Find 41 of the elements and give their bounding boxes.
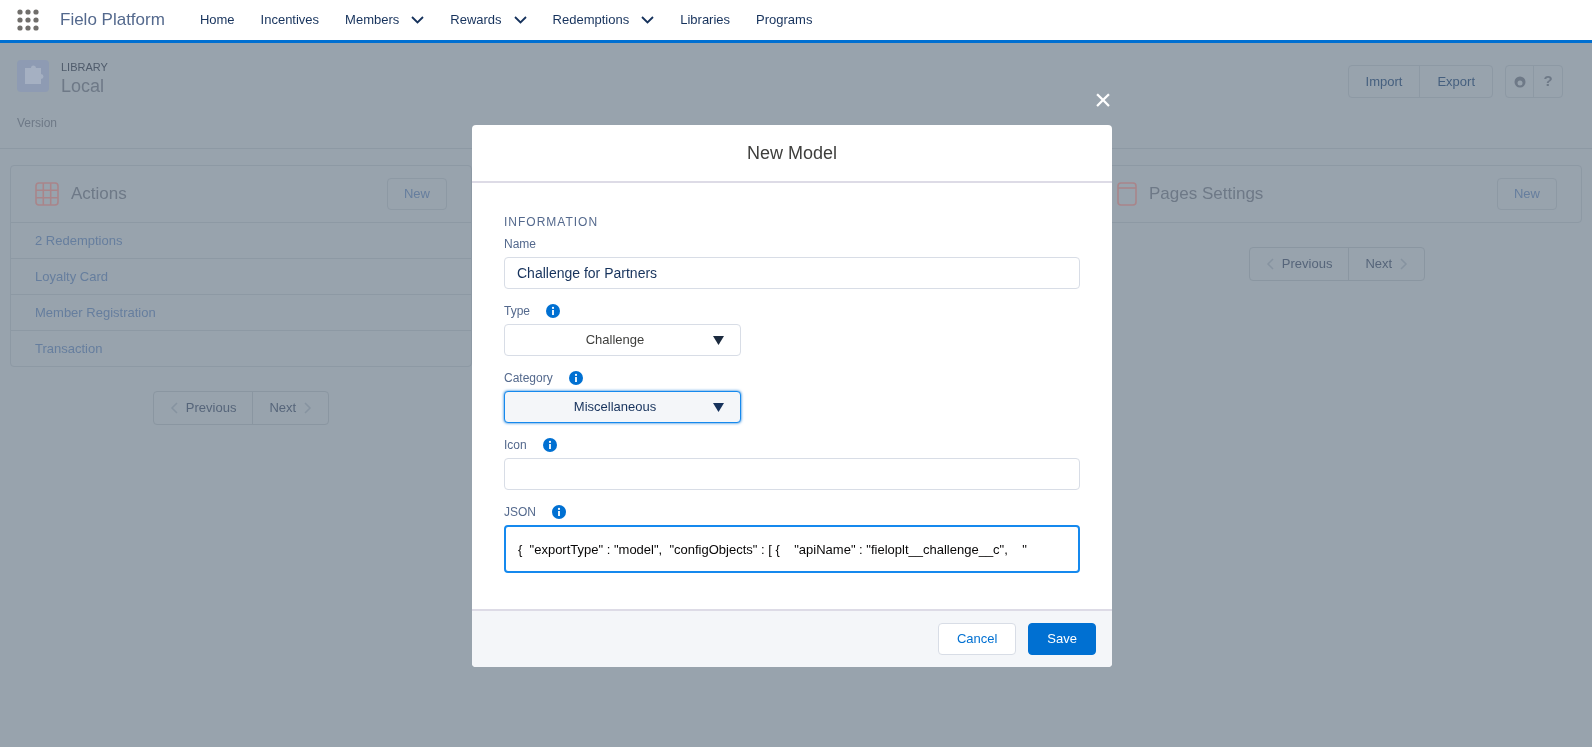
field-label: Type — [504, 303, 530, 320]
json-field[interactable]: { "exportType" : "model", "configObjects" : [ { "apiName" : "fieloplt__challenge__c", " — [504, 525, 1080, 573]
nav-item[interactable]: Redemptions — [539, 10, 668, 30]
info-icon[interactable] — [552, 505, 566, 519]
chevron-down-icon — [411, 16, 425, 24]
field-label: Icon — [504, 437, 527, 454]
info-icon[interactable] — [568, 371, 583, 385]
modal-title: New Model — [746, 141, 837, 165]
select-field[interactable]: Challenge — [504, 324, 741, 356]
page-icon — [1117, 182, 1137, 206]
text-field[interactable]: Challenge for Partners — [504, 257, 1080, 289]
object-label: LIBRARY — [61, 60, 108, 74]
user-icon — [1513, 75, 1526, 88]
app-name: Fielo Platform — [60, 9, 165, 32]
previous-button[interactable]: Previous — [153, 392, 254, 424]
chevron-down-icon — [513, 16, 527, 24]
nav-item[interactable]: Libraries — [667, 10, 744, 30]
cancel-button[interactable]: Cancel — [937, 623, 1017, 655]
field-label: Category — [504, 370, 553, 387]
save-button[interactable]: Save — [1028, 623, 1096, 655]
field-label: Name — [504, 236, 536, 253]
dropdown-arrow-icon — [713, 402, 724, 412]
header-button[interactable]: Export — [1419, 66, 1492, 97]
nav-item[interactable]: Programs — [743, 10, 826, 30]
next-button[interactable]: Next — [1349, 248, 1425, 280]
field-label: JSON — [504, 504, 536, 521]
info-icon[interactable] — [542, 438, 557, 452]
dropdown-arrow-icon — [713, 335, 724, 345]
previous-button[interactable]: Previous — [1249, 248, 1350, 280]
nav-item[interactable]: Incentives — [247, 10, 333, 30]
info-icon[interactable] — [546, 304, 560, 318]
next-button[interactable]: Next — [253, 392, 329, 424]
nav-item[interactable]: Rewards — [437, 10, 540, 30]
select-field[interactable]: Miscellaneous — [504, 391, 741, 423]
nav-item[interactable]: Members — [332, 10, 438, 30]
section-heading: INFORMATION — [504, 214, 600, 231]
chevron-down-icon — [641, 16, 655, 24]
grid-icon — [35, 182, 59, 206]
nav-item[interactable]: Home — [186, 10, 248, 30]
header-button[interactable]: Import — [1348, 66, 1420, 97]
app-launcher-icon[interactable] — [17, 9, 39, 31]
